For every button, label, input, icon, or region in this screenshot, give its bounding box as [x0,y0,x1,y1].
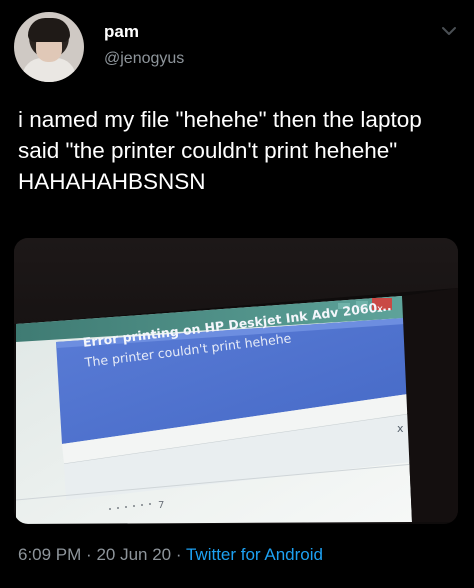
meta-separator: · [175,545,182,564]
tweet-photo[interactable]: Error printing on HP Deskjet Ink Adv 206… [14,238,458,524]
ruler-marker: 7 [158,500,165,511]
tweet-text: i named my file "hehehe" then the laptop… [18,107,422,194]
tweet: pam @jenogyus i named my file "hehehe" t… [0,0,474,588]
meta-separator: · [86,545,92,564]
user-handle[interactable]: @jenogyus [104,50,184,68]
display-name[interactable]: pam [104,22,139,42]
tweet-metadata: 6:09 PM · 20 Jun 20 · Twitter for Androi… [18,545,323,565]
laptop-screen-photo [14,238,458,524]
tweet-time[interactable]: 6:09 PM [18,545,81,564]
window-close-icon: x [377,304,383,315]
avatar[interactable] [14,12,84,82]
notification-close-icon: x [397,422,404,435]
tweet-source-link[interactable]: Twitter for Android [186,545,323,564]
chevron-down-icon[interactable] [440,24,458,38]
tweet-date[interactable]: 20 Jun 20 [96,545,171,564]
